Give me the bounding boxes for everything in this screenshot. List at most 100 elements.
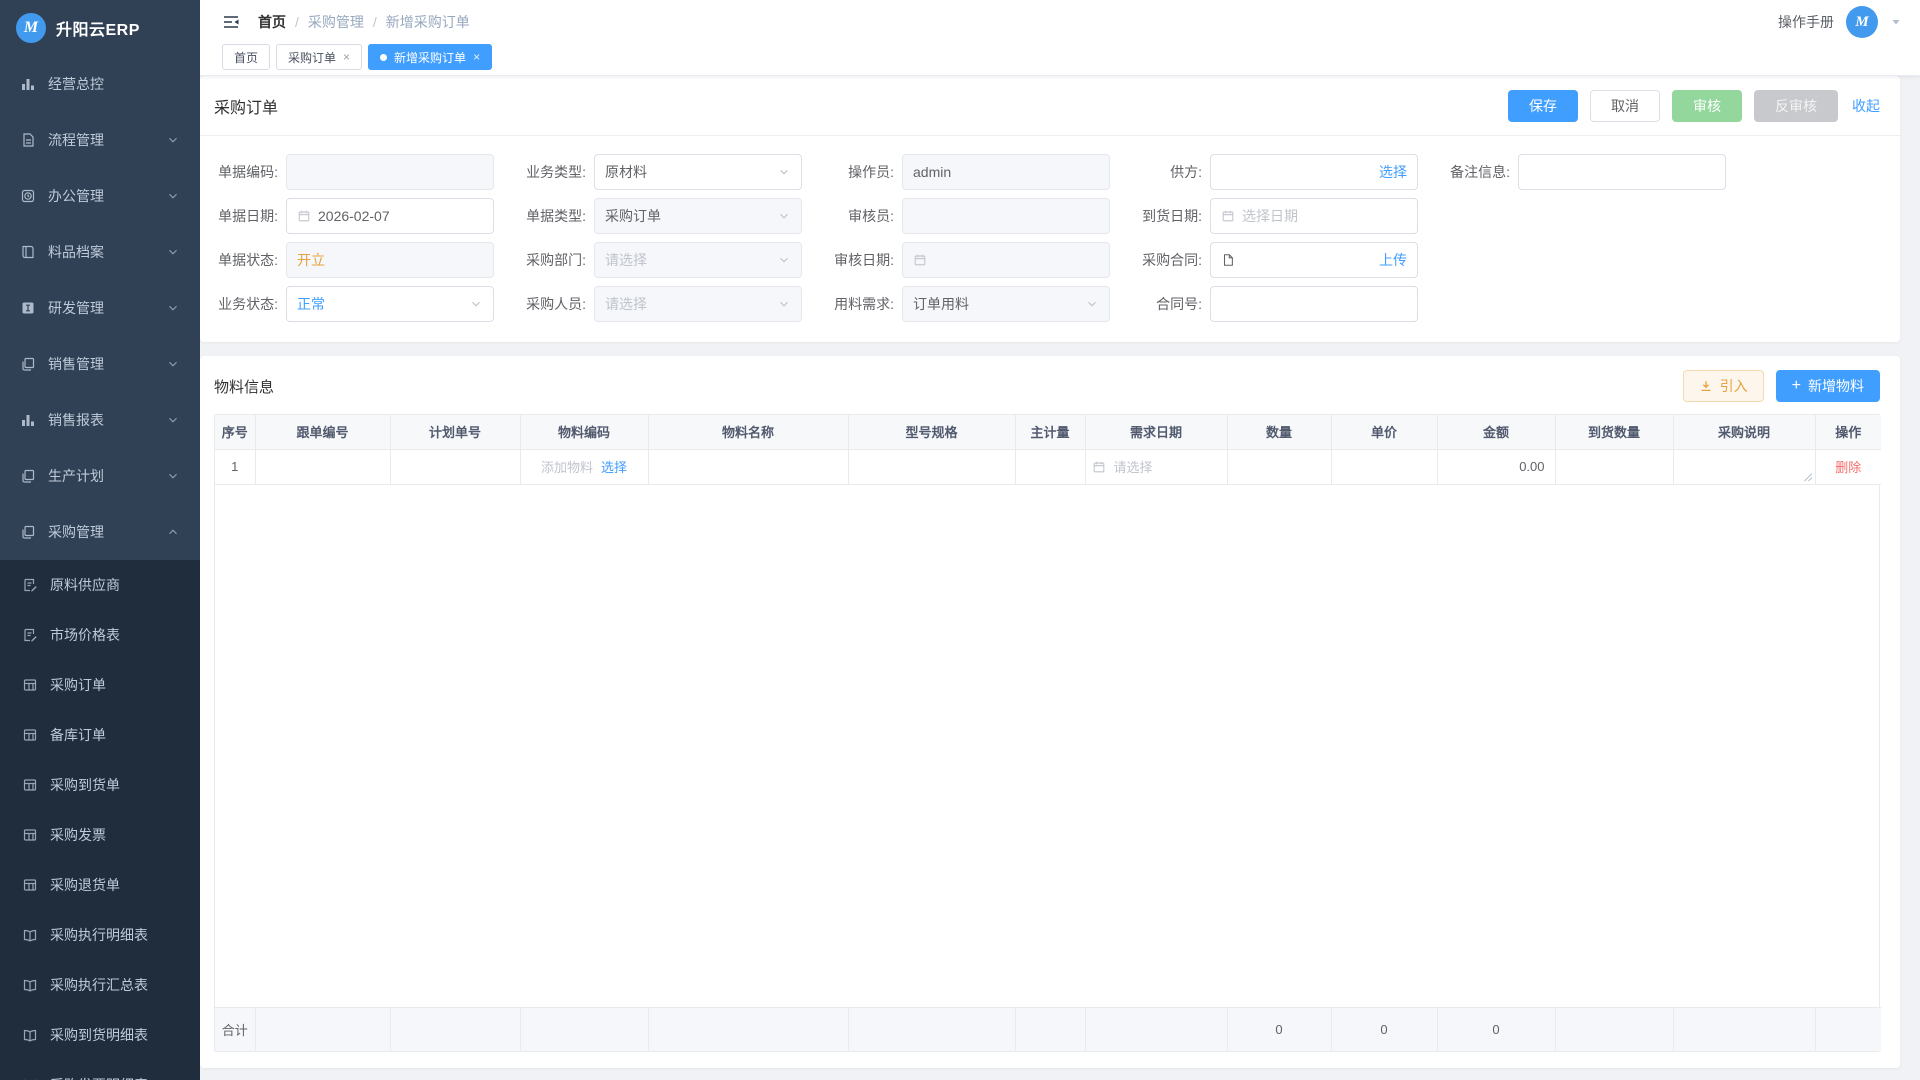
summary-amount: 0 — [1437, 1007, 1555, 1051]
add-material-label: 新增物料 — [1808, 376, 1864, 396]
tab-label: 新增采购订单 — [394, 49, 466, 66]
operator-value: admin — [913, 164, 1099, 180]
row-index: 1 — [215, 449, 255, 484]
pages-icon — [20, 468, 36, 484]
table-row: 1 添加物料 选择 — [215, 449, 1881, 484]
sidebar-item-rnd-mgmt[interactable]: 研发管理 — [0, 280, 200, 336]
sidebar-item-purchase-invoice[interactable]: 采购发票 — [0, 810, 200, 860]
sidebar-item-purchase-mgmt[interactable]: 采购管理 — [0, 504, 200, 560]
cancel-button[interactable]: 取消 — [1590, 90, 1660, 122]
tab-close-icon[interactable]: × — [473, 51, 480, 63]
contract-upload-link[interactable]: 上传 — [1379, 250, 1407, 270]
doc-date-label: 单据日期: — [214, 206, 286, 226]
tab-close-icon[interactable]: × — [343, 51, 350, 63]
sidebar-item-purchase-arrival[interactable]: 采购到货单 — [0, 760, 200, 810]
tab-bar: 首页 采购订单 × 新增采购订单 × — [200, 44, 1920, 76]
tab-new-purchase-order[interactable]: 新增采购订单 × — [368, 44, 492, 70]
field-biz-status: 业务状态: 正常 — [214, 286, 494, 322]
sidebar-item-material-archive[interactable]: 料品档案 — [0, 224, 200, 280]
sidebar-item-office-mgmt[interactable]: 办公管理 — [0, 168, 200, 224]
chevron-down-icon — [777, 253, 791, 267]
purchase-contract-input[interactable]: 上传 — [1210, 242, 1418, 278]
sidebar-item-label: 销售报表 — [48, 410, 104, 430]
sidebar-collapse-icon[interactable] — [222, 14, 240, 30]
doc-status-input: 开立 — [286, 242, 494, 278]
chevron-down-icon — [166, 245, 180, 259]
calendar-icon — [1092, 460, 1106, 474]
resize-handle-icon[interactable] — [1803, 472, 1813, 482]
app-logo: M 升阳云ERP — [0, 0, 200, 56]
doc-date-input[interactable]: 2026-02-07 — [286, 198, 494, 234]
purchase-person-label: 采购人员: — [522, 294, 594, 314]
submenu-item-label: 原料供应商 — [50, 575, 120, 595]
purchase-note-cell[interactable] — [1673, 449, 1815, 484]
sidebar-item-arrival-detail-report[interactable]: 采购到货明细表 — [0, 1010, 200, 1060]
delete-row-link[interactable]: 删除 — [1835, 460, 1861, 475]
field-operator: 操作员: admin — [830, 154, 1110, 190]
field-remark: 备注信息: — [1446, 154, 1726, 190]
sidebar-item-purchase-return[interactable]: 采购退货单 — [0, 860, 200, 910]
sidebar-item-production-plan[interactable]: 生产计划 — [0, 448, 200, 504]
tab-purchase-order[interactable]: 采购订单 × — [276, 44, 362, 70]
biz-type-select[interactable]: 原材料 — [594, 154, 802, 190]
qty-cell[interactable] — [1227, 449, 1331, 484]
arrival-date-input[interactable]: 选择日期 — [1210, 198, 1418, 234]
chevron-down-icon — [777, 209, 791, 223]
user-avatar[interactable]: M — [1846, 6, 1878, 38]
import-button[interactable]: 引入 — [1683, 370, 1764, 402]
doc-status-label: 单据状态: — [214, 250, 286, 270]
demand-date-cell[interactable]: 请选择 — [1085, 449, 1227, 484]
sidebar-item-stock-order[interactable]: 备库订单 — [0, 710, 200, 760]
price-cell[interactable] — [1331, 449, 1437, 484]
col-index: 序号 — [215, 415, 255, 449]
field-supplier: 供方: 选择 — [1138, 154, 1418, 190]
save-button[interactable]: 保存 — [1508, 90, 1578, 122]
chevron-down-icon — [166, 133, 180, 147]
sidebar-item-market-price[interactable]: 市场价格表 — [0, 610, 200, 660]
materials-table: 序号 跟单编号 计划单号 物料编码 物料名称 型号规格 主计量 需求日期 数量 … — [214, 414, 1880, 1052]
purchase-person-select: 请选择 — [594, 286, 802, 322]
supplier-select-link[interactable]: 选择 — [1379, 162, 1407, 182]
add-material-button[interactable]: + 新增物料 — [1776, 370, 1880, 402]
sidebar-item-exec-detail-report[interactable]: 采购执行明细表 — [0, 910, 200, 960]
summary-empty-cell — [255, 1007, 390, 1051]
pages-icon — [20, 524, 36, 540]
biz-status-select[interactable]: 正常 — [286, 286, 494, 322]
sidebar-item-sales-report[interactable]: 销售报表 — [0, 392, 200, 448]
contract-no-label: 合同号: — [1138, 294, 1210, 314]
table-grid-icon — [22, 827, 38, 843]
sidebar-item-purchase-order[interactable]: 采购订单 — [0, 660, 200, 710]
col-unit: 主计量 — [1015, 415, 1085, 449]
breadcrumb-purchase-mgmt[interactable]: 采购管理 — [308, 12, 364, 32]
main-area: 首页 / 采购管理 / 新增采购订单 操作手册 M 首页 采购订单 × — [200, 0, 1920, 1080]
sidebar-item-process-mgmt[interactable]: 流程管理 — [0, 112, 200, 168]
tracking-no-cell[interactable] — [255, 449, 390, 484]
caret-down-icon[interactable] — [1890, 16, 1902, 28]
tab-home[interactable]: 首页 — [222, 44, 270, 70]
doc-type-select: 采购订单 — [594, 198, 802, 234]
sidebar-item-sales-mgmt[interactable]: 销售管理 — [0, 336, 200, 392]
collapse-form-link[interactable]: 收起 — [1852, 96, 1880, 116]
breadcrumb-home[interactable]: 首页 — [258, 12, 286, 32]
sidebar-item-business-control[interactable]: 经营总控 — [0, 56, 200, 112]
arrival-date-label: 到货日期: — [1138, 206, 1210, 226]
contract-no-input[interactable] — [1210, 286, 1418, 322]
sidebar-item-exec-summary-report[interactable]: 采购执行汇总表 — [0, 960, 200, 1010]
plan-no-cell[interactable] — [390, 449, 520, 484]
material-select-link[interactable]: 选择 — [601, 457, 627, 476]
col-plan-no: 计划单号 — [390, 415, 520, 449]
sidebar-item-invoice-detail-report[interactable]: 采购发票明细表 — [0, 1060, 200, 1080]
doc-type-value: 采购订单 — [605, 206, 770, 226]
manual-link[interactable]: 操作手册 — [1778, 12, 1834, 32]
sidebar-item-raw-supplier[interactable]: 原料供应商 — [0, 560, 200, 610]
chevron-down-icon — [1085, 297, 1099, 311]
field-arrival-date: 到货日期: 选择日期 — [1138, 198, 1418, 234]
supplier-input[interactable]: 选择 — [1210, 154, 1418, 190]
materials-card: 物料信息 引入 + 新增物料 — [200, 356, 1900, 1068]
download-icon — [1699, 379, 1713, 393]
summary-empty-cell — [648, 1007, 848, 1051]
remark-input[interactable] — [1518, 154, 1726, 190]
summary-label: 合计 — [215, 1007, 255, 1051]
material-demand-label: 用料需求: — [830, 294, 902, 314]
breadcrumb: 首页 / 采购管理 / 新增采购订单 — [258, 12, 470, 32]
